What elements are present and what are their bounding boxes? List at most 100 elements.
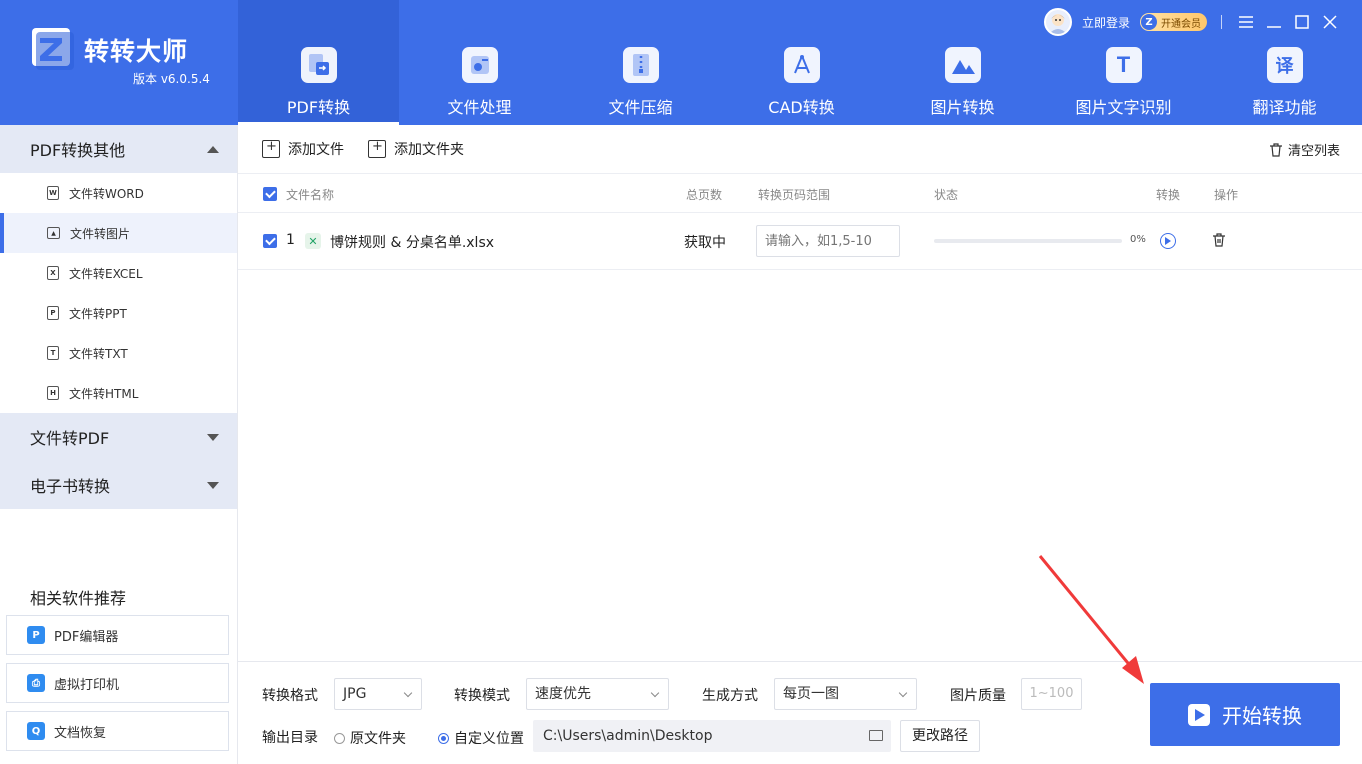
pdf-convert-icon [300, 47, 337, 83]
output-label: 输出目录 [262, 730, 318, 746]
radio-label: 自定义位置 [454, 731, 524, 747]
group-label: PDF转换其他 [30, 141, 126, 160]
image-file-icon: ▲ [47, 227, 60, 239]
add-file-label: 添加文件 [288, 142, 344, 158]
sidebar: PDF转换其他 W 文件转WORD ▲ 文件转图片 X 文件转EXCEL P 文… [0, 125, 238, 764]
avatar[interactable] [1043, 8, 1072, 36]
excel-file-icon: X [47, 266, 59, 280]
format-label: 转换格式 [262, 688, 318, 704]
tab-label: PDF转换 [286, 98, 351, 117]
collapse-icon [207, 145, 219, 153]
file-compress-icon [622, 47, 659, 83]
minimize-icon[interactable] [1260, 8, 1288, 36]
clear-list-button[interactable]: 清空列表 [1269, 140, 1340, 159]
vip-badge-icon: Z [1141, 14, 1157, 30]
start-convert-button[interactable]: 开始转换 [1150, 683, 1340, 746]
tab-label: 文件处理 [447, 98, 512, 117]
menu-icon[interactable] [1232, 8, 1260, 36]
progress-text: 0% [1130, 234, 1146, 245]
tab-image-convert[interactable]: 图片转换 [882, 0, 1043, 125]
sidebar-item-to-ppt[interactable]: P 文件转PPT [0, 293, 237, 333]
quality-label: 图片质量 [950, 688, 1006, 704]
tab-pdf-convert[interactable]: PDF转换 [238, 0, 399, 125]
tab-file-process[interactable]: 文件处理 [399, 0, 560, 125]
tab-cad-convert[interactable]: CAD转换 [721, 0, 882, 125]
format-select[interactable]: JPG [334, 678, 422, 710]
clear-list-label: 清空列表 [1287, 144, 1340, 159]
cad-icon [783, 47, 820, 83]
expand-icon [207, 481, 219, 489]
add-file-button[interactable]: 添加文件 [262, 139, 344, 159]
login-link[interactable]: 立即登录 [1082, 14, 1130, 31]
recommend-doc-recovery[interactable]: Q 文档恢复 [6, 711, 229, 751]
vip-label: 开通会员 [1161, 18, 1201, 30]
sidebar-group-pdf-other[interactable]: PDF转换其他 [0, 125, 237, 173]
add-folder-button[interactable]: 添加文件夹 [368, 139, 464, 159]
page-range-input[interactable] [756, 225, 900, 257]
output-path-field[interactable]: C:\Users\admin\Desktop [533, 720, 891, 752]
header-name: 文件名称 [286, 188, 335, 202]
maximize-icon[interactable] [1288, 8, 1316, 36]
html-file-icon: H [47, 386, 59, 400]
header-status: 状态 [934, 188, 959, 202]
add-file-icon [262, 139, 280, 158]
row-index: 1 [286, 232, 295, 248]
recommend-virtual-printer[interactable]: ⎙ 虚拟打印机 [6, 663, 229, 703]
sidebar-item-to-word[interactable]: W 文件转WORD [0, 173, 237, 213]
sidebar-item-to-txt[interactable]: T 文件转TXT [0, 333, 237, 373]
app-name: 转转大师 [84, 37, 189, 66]
header-pages: 总页数 [686, 188, 723, 202]
format-value: JPG [343, 686, 367, 702]
tab-label: 图片转换 [930, 98, 995, 117]
app-logo [32, 28, 74, 70]
title-bar-controls: 立即登录 Z 开通会员 [1043, 8, 1362, 36]
radio-original-folder[interactable]: 原文件夹 [334, 728, 406, 748]
excel-file-icon: ✕ [305, 233, 321, 249]
pdf-editor-icon: P [27, 626, 45, 644]
ocr-icon: T [1105, 47, 1142, 83]
row-delete-trash-icon[interactable] [1212, 233, 1226, 247]
sidebar-item-to-excel[interactable]: X 文件转EXCEL [0, 253, 237, 293]
radio-dot [334, 732, 345, 744]
divider [1221, 15, 1222, 29]
open-folder-icon[interactable] [869, 730, 883, 741]
sidebar-item-to-image[interactable]: ▲ 文件转图片 [0, 213, 237, 253]
radio-custom-location[interactable]: 自定义位置 [438, 728, 524, 748]
change-path-button[interactable]: 更改路径 [900, 720, 980, 752]
add-folder-label: 添加文件夹 [394, 142, 464, 158]
translate-glyph: 译 [1275, 56, 1294, 77]
file-toolbar: 添加文件 添加文件夹 清空列表 [238, 125, 1362, 173]
generate-label: 生成方式 [702, 688, 758, 704]
recommend-label: 文档恢复 [54, 725, 107, 741]
sidebar-group-to-pdf[interactable]: 文件转PDF [0, 413, 237, 461]
sidebar-group-ebook[interactable]: 电子书转换 [0, 461, 237, 509]
radio-label: 原文件夹 [350, 731, 406, 747]
select-all-checkbox[interactable] [263, 187, 277, 201]
ppt-file-icon: P [47, 306, 59, 320]
sidebar-item-to-html[interactable]: H 文件转HTML [0, 373, 237, 413]
conversion-settings: 转换格式 JPG 转换模式 速度优先 生成方式 每页一图 图片质量 1~100 … [238, 661, 1362, 764]
sidebar-item-label: 文件转HTML [69, 386, 139, 401]
recommend-title: 相关软件推荐 [30, 589, 127, 608]
row-checkbox[interactable] [263, 234, 277, 248]
sidebar-item-label: 文件转TXT [69, 346, 128, 361]
group-label: 文件转PDF [30, 429, 110, 448]
progress-bar [934, 239, 1122, 243]
logo-z-icon [32, 28, 74, 70]
play-icon [1188, 703, 1210, 726]
mode-label: 转换模式 [454, 688, 510, 704]
txt-file-icon: T [47, 346, 59, 360]
row-convert-play-icon[interactable] [1160, 233, 1176, 249]
generate-select[interactable]: 每页一图 [774, 678, 917, 710]
mode-select[interactable]: 速度优先 [526, 678, 669, 710]
trash-icon [1269, 142, 1282, 157]
sidebar-item-label: 文件转图片 [70, 226, 131, 241]
close-icon[interactable] [1316, 8, 1344, 36]
vip-button[interactable]: Z 开通会员 [1140, 13, 1207, 31]
tab-file-compress[interactable]: 文件压缩 [560, 0, 721, 125]
recommend-pdf-editor[interactable]: P PDF编辑器 [6, 615, 229, 655]
output-path: C:\Users\admin\Desktop [543, 728, 713, 744]
tab-label: 翻译功能 [1252, 98, 1317, 117]
image-convert-icon [944, 47, 981, 83]
generate-value: 每页一图 [783, 686, 839, 702]
